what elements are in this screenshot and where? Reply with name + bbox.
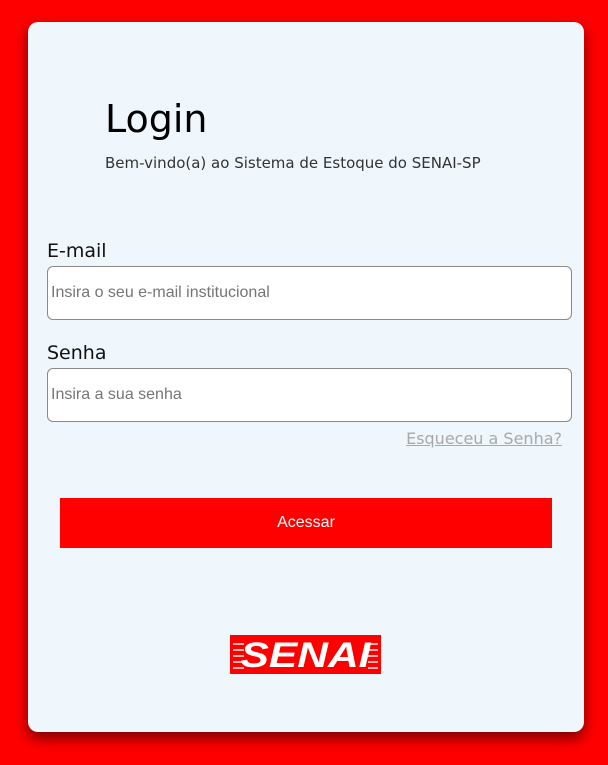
forgot-password-link[interactable]: Esqueceu a Senha? — [406, 429, 562, 449]
password-field[interactable] — [47, 368, 572, 422]
senai-logo-graphic: SENAI — [230, 635, 381, 674]
senai-logo-text: SENAI — [241, 636, 373, 674]
password-label: Senha — [47, 342, 107, 364]
submit-button[interactable]: Acessar — [60, 498, 552, 548]
page-title: Login — [105, 97, 208, 141]
senai-logo: SENAI — [230, 635, 381, 674]
page-subtitle: Bem-vindo(a) ao Sistema de Estoque do SE… — [105, 154, 481, 172]
email-label: E-mail — [47, 240, 107, 262]
login-card: Login Bem-vindo(a) ao Sistema de Estoque… — [28, 22, 584, 732]
email-field[interactable] — [47, 266, 572, 320]
